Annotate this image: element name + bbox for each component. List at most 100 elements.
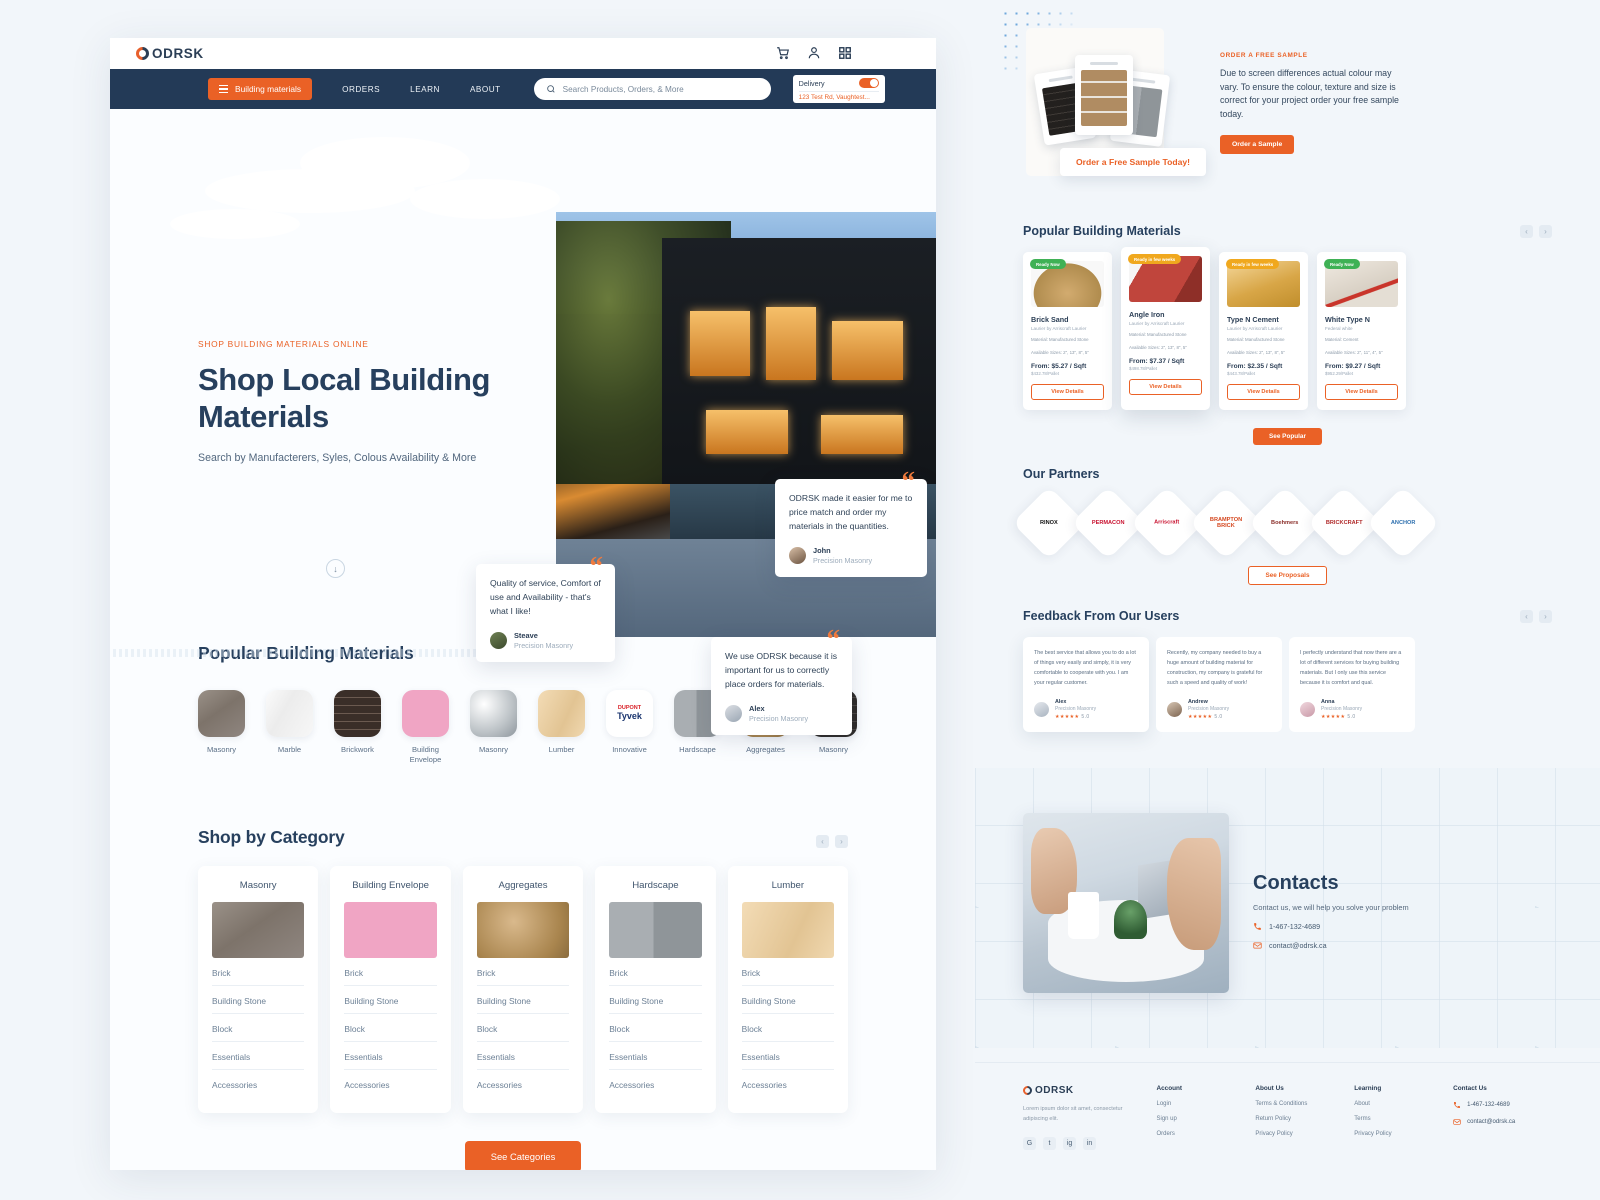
category-card-masonry[interactable]: Masonry Brick Building Stone Block Essen…: [198, 865, 319, 1113]
hero-section: SHOP BUILDING MATERIALS ONLINE Shop Loca…: [110, 109, 936, 735]
footer-social-links: G t ig in: [1023, 1136, 1156, 1150]
delivery-selector[interactable]: Delivery 123 Test Rd, Vaughtest...: [792, 75, 885, 103]
category-link-building-stone[interactable]: Building Stone: [741, 986, 835, 1014]
view-details-button[interactable]: View Details: [1325, 384, 1398, 401]
footer-phone-row[interactable]: 1-467-132-4689: [1453, 1101, 1552, 1109]
footer-link-login[interactable]: Login: [1156, 1101, 1255, 1107]
category-link-block[interactable]: Block: [476, 1014, 570, 1042]
material-item-innovative[interactable]: DUPONT Tyvek Innovative: [606, 690, 653, 765]
linkedin-icon[interactable]: in: [1083, 1136, 1096, 1150]
category-link-accessories[interactable]: Accessories: [344, 1070, 436, 1097]
footer-link-about[interactable]: About: [1354, 1101, 1453, 1107]
nav-item-about[interactable]: ABOUT: [470, 85, 501, 94]
material-item-building-envelope[interactable]: Building Envelope: [402, 690, 449, 765]
category-link-block[interactable]: Block: [609, 1014, 702, 1042]
product-card-type-n-cement[interactable]: Ready in few weeks Type N Cement Laurier…: [1219, 252, 1308, 411]
rating-stars: ★★★★★ 5.0: [1188, 714, 1223, 721]
footer-link-signup[interactable]: Sign up: [1156, 1116, 1255, 1122]
category-link-block[interactable]: Block: [212, 1014, 305, 1042]
category-link-building-stone[interactable]: Building Stone: [476, 986, 570, 1014]
footer-brand-column: ODRSK Lorem ipsum dolor sit amet, consec…: [1021, 1084, 1156, 1150]
cart-icon[interactable]: [776, 46, 790, 60]
category-link-building-stone[interactable]: Building Stone: [212, 986, 305, 1014]
google-icon[interactable]: G: [1023, 1136, 1036, 1150]
material-item-masonry[interactable]: Masonry: [198, 690, 245, 765]
contact-email-row[interactable]: contact@odrsk.ca: [1253, 941, 1483, 950]
feedback-next-button[interactable]: ›: [1539, 609, 1552, 623]
category-link-brick[interactable]: Brick: [344, 958, 437, 986]
scroll-down-icon[interactable]: ↓: [326, 559, 345, 578]
see-proposals-button[interactable]: See Proposals: [1248, 566, 1327, 586]
footer-link-return-policy[interactable]: Return Policy: [1255, 1116, 1354, 1122]
category-link-accessories[interactable]: Accessories: [742, 1070, 834, 1097]
category-link-building-stone[interactable]: Building Stone: [609, 986, 702, 1014]
footer-link-privacy[interactable]: Privacy Policy: [1354, 1131, 1453, 1137]
category-link-block[interactable]: Block: [344, 1014, 437, 1042]
testimonial-name: Steave: [514, 630, 538, 640]
footer-link-terms-conditions[interactable]: Terms & Conditions: [1255, 1101, 1354, 1107]
category-card-aggregates[interactable]: Aggregates Brick Building Stone Block Es…: [462, 865, 584, 1113]
delivery-address[interactable]: 123 Test Rd, Vaughtest...: [798, 91, 879, 101]
contact-phone-row[interactable]: 1-467-132-4689: [1253, 922, 1483, 931]
material-item-lumber[interactable]: Lumber: [538, 690, 585, 765]
view-details-button[interactable]: View Details: [1227, 384, 1300, 401]
category-card-hardscape[interactable]: Hardscape Brick Building Stone Block Ess…: [595, 865, 716, 1113]
footer-link-orders[interactable]: Orders: [1156, 1131, 1255, 1137]
category-link-essentials[interactable]: Essentials: [476, 1042, 570, 1070]
carousel-next-button[interactable]: ›: [835, 834, 848, 848]
category-link-brick[interactable]: Brick: [476, 958, 570, 986]
category-link-accessories[interactable]: Accessories: [609, 1070, 701, 1097]
material-item-masonry-2[interactable]: Masonry: [470, 690, 517, 765]
material-item-brickwork[interactable]: Brickwork: [334, 690, 381, 765]
category-link-block[interactable]: Block: [741, 1014, 835, 1042]
material-thumbnail: [402, 690, 449, 737]
logo[interactable]: ODRSK: [133, 44, 204, 63]
carousel-prev-button[interactable]: ‹: [816, 834, 829, 848]
view-details-button[interactable]: View Details: [1031, 384, 1104, 401]
delivery-toggle[interactable]: [858, 78, 879, 88]
products-next-button[interactable]: ›: [1539, 224, 1552, 238]
nav-item-learn[interactable]: LEARN: [410, 85, 440, 94]
order-free-sample-badge[interactable]: Order a Free Sample Today!: [1060, 148, 1206, 176]
footer-logo[interactable]: ODRSK: [1021, 1084, 1156, 1098]
category-link-brick[interactable]: Brick: [609, 958, 702, 986]
category-image: [609, 901, 702, 958]
category-link-brick[interactable]: Brick: [741, 958, 835, 986]
search-input[interactable]: Search Products, Orders, & More: [533, 78, 771, 100]
sample-body-text: Due to screen differences actual colour …: [1220, 68, 1399, 119]
product-card-white-type-n[interactable]: Ready Now White Type N Federal white Mat…: [1317, 252, 1406, 411]
nav-item-orders[interactable]: ORDERS: [342, 85, 380, 94]
contact-email: contact@odrsk.ca: [1269, 941, 1327, 951]
footer-link-privacy-policy[interactable]: Privacy Policy: [1255, 1131, 1354, 1137]
category-link-essentials[interactable]: Essentials: [344, 1042, 437, 1070]
category-link-accessories[interactable]: Accessories: [477, 1070, 569, 1097]
instagram-icon[interactable]: ig: [1063, 1136, 1076, 1150]
twitter-icon[interactable]: t: [1043, 1136, 1056, 1150]
see-popular-button[interactable]: See Popular: [1253, 428, 1322, 446]
category-card-building-envelope[interactable]: Building Envelope Brick Building Stone B…: [330, 865, 451, 1113]
material-label: Lumber: [548, 745, 575, 754]
category-link-brick[interactable]: Brick: [212, 958, 305, 986]
feedback-prev-button[interactable]: ‹: [1520, 609, 1533, 623]
grid-icon[interactable]: [838, 46, 852, 60]
product-card-brick-sand[interactable]: Ready Now Brick Sand Laurier by Arriscra…: [1023, 252, 1112, 411]
view-details-button[interactable]: View Details: [1129, 379, 1202, 396]
product-card-angle-iron[interactable]: Ready in few weeks Angle Iron Laurier by…: [1121, 247, 1210, 411]
building-materials-menu-button[interactable]: Building materials: [208, 78, 313, 100]
order-a-sample-button[interactable]: Order a Sample: [1220, 134, 1295, 154]
partner-logo-anchor[interactable]: ANCHOR: [1366, 486, 1440, 560]
user-icon[interactable]: [807, 46, 821, 60]
footer-email-row[interactable]: contact@odrsk.ca: [1453, 1118, 1552, 1126]
see-categories-button[interactable]: See Categories: [464, 1140, 582, 1170]
category-link-accessories[interactable]: Accessories: [212, 1070, 304, 1097]
category-link-essentials[interactable]: Essentials: [212, 1042, 305, 1070]
testimonial-author: John Precision Masonry: [789, 546, 913, 565]
category-link-essentials[interactable]: Essentials: [741, 1042, 835, 1070]
category-card-lumber[interactable]: Lumber Brick Building Stone Block Essent…: [727, 865, 849, 1113]
category-link-building-stone[interactable]: Building Stone: [344, 986, 437, 1014]
category-link-essentials[interactable]: Essentials: [609, 1042, 702, 1070]
material-item-marble[interactable]: Marble: [266, 690, 313, 765]
product-price: From: $7.37 / Sqft: [1129, 358, 1185, 366]
products-prev-button[interactable]: ‹: [1520, 224, 1533, 238]
footer-link-terms[interactable]: Terms: [1354, 1116, 1453, 1122]
